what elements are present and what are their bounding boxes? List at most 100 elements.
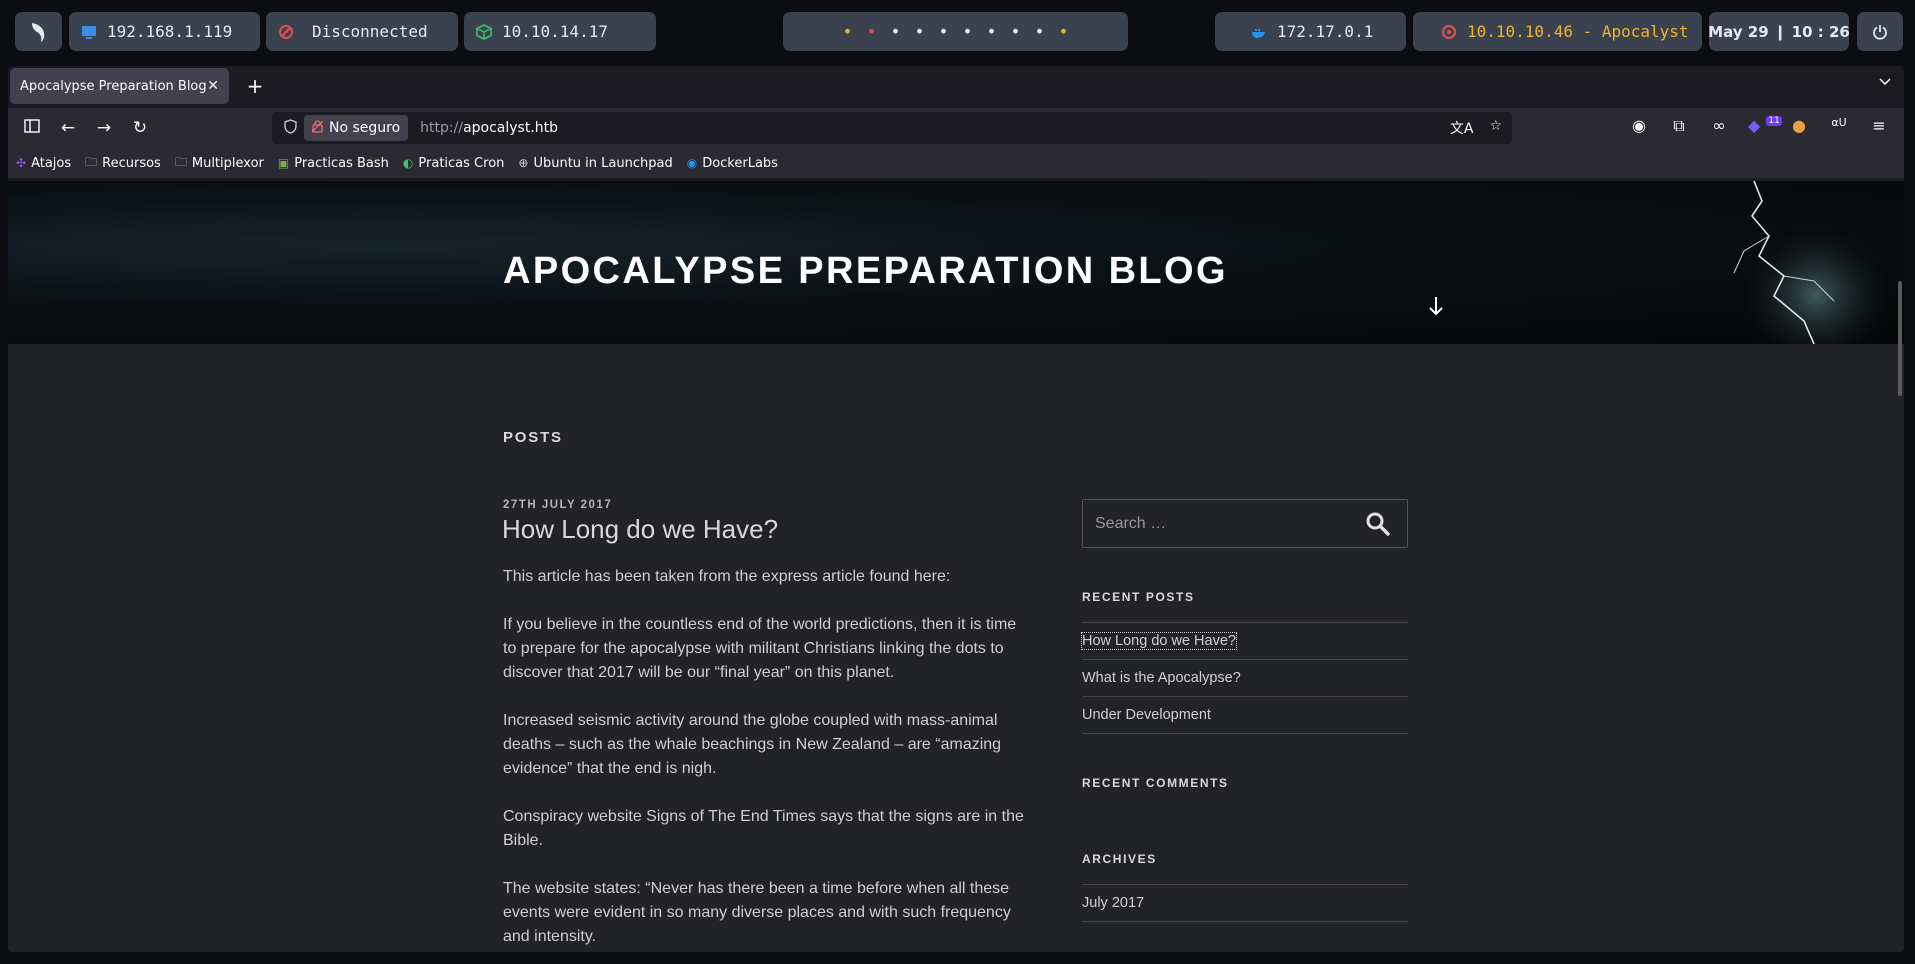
docker-ip-label: 172.17.0.1: [1277, 22, 1374, 41]
bookmark-item[interactable]: 🗀 Multiplexor: [175, 153, 264, 174]
kali-menu-button[interactable]: [15, 12, 62, 51]
tun-ip-indicator[interactable]: 10.10.14.17: [464, 12, 656, 51]
vpn-status-label: Disconnected: [312, 22, 428, 41]
host-ip-indicator[interactable]: 192.168.1.119: [69, 12, 260, 51]
forward-button[interactable]: →: [92, 116, 116, 140]
workspace-dot[interactable]: •: [932, 22, 956, 41]
extension-badge: 11: [1766, 116, 1782, 126]
workspace-dot[interactable]: •: [980, 22, 1004, 41]
docker-icon: ◉: [686, 156, 698, 170]
folder-icon: 🗀: [174, 154, 187, 169]
tab-title: Apocalypse Preparation Blog: [20, 78, 207, 94]
bookmark-item[interactable]: 🗀 Recursos: [85, 153, 161, 174]
bookmark-label: Ubuntu in Launchpad: [533, 155, 673, 171]
browser-window: Apocalypse Preparation Blog ✕ + ← → ↻ No…: [8, 66, 1904, 952]
wappalyzer-icon[interactable]: ◆ 11: [1748, 116, 1782, 136]
workspace-dot[interactable]: •: [956, 22, 980, 41]
puzzle-icon: ✣: [16, 156, 27, 170]
address-bar[interactable]: No seguro http://apocalyst.htb 文A ☆: [272, 112, 1512, 144]
search-icon[interactable]: [1365, 511, 1391, 537]
not-secure-indicator[interactable]: No seguro: [304, 115, 409, 141]
archives-title: ARCHIVES: [1082, 852, 1157, 866]
workspace-dot[interactable]: •: [1004, 22, 1028, 41]
bookmark-label: Multiplexor: [191, 155, 264, 171]
close-tab-icon[interactable]: ✕: [207, 78, 219, 94]
tab-apocalypse-blog[interactable]: Apocalypse Preparation Blog ✕: [10, 68, 229, 104]
scroll-down-arrow-icon[interactable]: [1428, 296, 1444, 322]
monitor-icon: [82, 25, 96, 39]
host-ip-label: 192.168.1.119: [107, 22, 233, 41]
clock-label: May 29 ❙ 10 : 26: [1708, 22, 1850, 41]
back-button[interactable]: ←: [56, 116, 80, 140]
site-title[interactable]: Apocalypse Preparation Blog: [503, 250, 1228, 293]
url-text[interactable]: http://apocalyst.htb: [420, 120, 558, 136]
bash-icon: ▣: [277, 156, 290, 170]
main-content: POSTS 27TH JULY 2017 How Long do we Have…: [8, 344, 1904, 952]
lightning-image: [1714, 181, 1884, 344]
workspace-dot[interactable]: •: [884, 22, 908, 41]
post-title[interactable]: How Long do we Have?: [502, 514, 778, 545]
page-scrollbar[interactable]: [1898, 281, 1902, 396]
target-icon: [1442, 24, 1456, 39]
bookmarks-toolbar: ✣ Atajos 🗀 Recursos 🗀 Multiplexor ▣ Practicas B…: [8, 148, 1904, 178]
workspace-dot[interactable]: •: [1052, 22, 1076, 41]
new-tab-button[interactable]: +: [242, 74, 268, 100]
recent-post-link[interactable]: Under Development: [1082, 697, 1408, 734]
recent-posts-list: How Long do we Have? What is the Apocaly…: [1081, 622, 1408, 734]
extensions-puzzle-icon[interactable]: ⧉: [1668, 116, 1690, 136]
reload-button[interactable]: ↻: [128, 116, 152, 140]
archive-link[interactable]: July 2017: [1082, 885, 1408, 922]
docker-whale-icon: [1252, 28, 1265, 38]
bookmark-item[interactable]: ◐ Praticas Cron: [403, 156, 504, 171]
cron-icon: ◐: [402, 156, 414, 170]
clock[interactable]: May 29 ❙ 10 : 26: [1708, 12, 1850, 51]
system-bar: 192.168.1.119 Disconnected 10.10.14.17 •…: [0, 0, 1915, 63]
tracking-protection-icon[interactable]: [276, 118, 304, 138]
reload-icon: ↻: [132, 118, 148, 138]
archives-list: July 2017: [1082, 884, 1408, 922]
search-field[interactable]: Search …: [1082, 499, 1408, 548]
workspace-dot[interactable]: •: [836, 22, 860, 41]
workspace-dot[interactable]: •: [860, 22, 884, 41]
workspace-switcher[interactable]: • • • • • • • • • •: [783, 12, 1128, 51]
post-paragraph: This article has been taken from the exp…: [503, 568, 951, 585]
not-secure-label: No seguro: [329, 120, 401, 136]
recent-post-link[interactable]: What is the Apocalypse?: [1082, 660, 1408, 697]
account-icon[interactable]: ◉: [1628, 116, 1650, 136]
sidebar: Search … RECENT POSTS How Long do we Hav…: [1081, 499, 1408, 922]
workspace-dot[interactable]: •: [1028, 22, 1052, 41]
arrow-right-icon: →: [96, 118, 112, 138]
cube-icon: [476, 23, 492, 40]
target-indicator[interactable]: 10.10.10.46 - Apocalyst: [1413, 12, 1702, 51]
foxyproxy-icon[interactable]: ∞: [1708, 116, 1730, 136]
post-paragraph: If you believe in the countless end of t…: [503, 616, 1017, 681]
bookmark-label: Atajos: [31, 155, 72, 171]
cookie-editor-icon[interactable]: ●: [1788, 116, 1810, 136]
target-label: 10.10.10.46 - Apocalyst: [1467, 22, 1689, 41]
search-placeholder: Search …: [1095, 514, 1167, 532]
translate-icon[interactable]: 文A: [1450, 118, 1474, 138]
bookmark-item[interactable]: ✣ Atajos: [16, 156, 71, 171]
site-header: Apocalypse Preparation Blog: [8, 181, 1904, 344]
workspace-dot[interactable]: •: [908, 22, 932, 41]
user-agent-switcher-icon[interactable]: αU: [1828, 116, 1850, 136]
disconnected-icon: [279, 24, 293, 39]
recent-post-link[interactable]: How Long do we Have?: [1081, 623, 1408, 660]
bookmark-label: Practicas Bash: [294, 155, 389, 171]
post-date[interactable]: 27TH JULY 2017: [503, 499, 612, 511]
bookmark-star-icon[interactable]: ☆: [1489, 118, 1502, 138]
docker-ip-indicator[interactable]: 172.17.0.1: [1215, 12, 1406, 51]
vpn-status-indicator[interactable]: Disconnected: [266, 12, 458, 51]
sidebar-toggle-button[interactable]: [20, 116, 44, 140]
bookmark-item[interactable]: ◉ DockerLabs: [687, 156, 778, 171]
power-button[interactable]: [1857, 12, 1903, 51]
recent-posts-title: RECENT POSTS: [1082, 590, 1195, 604]
bookmark-item[interactable]: ⊕ Ubuntu in Launchpad: [518, 156, 672, 171]
insecure-lock-icon: [311, 119, 324, 137]
list-all-tabs-button[interactable]: [1878, 74, 1892, 92]
extensions-toolbar: ◉ ⧉ ∞ ◆ 11 ● αU ≡: [1628, 116, 1890, 136]
kali-dragon-icon: [31, 22, 44, 42]
app-menu-icon[interactable]: ≡: [1868, 116, 1890, 136]
arrow-left-icon: ←: [60, 118, 76, 138]
bookmark-item[interactable]: ▣ Practicas Bash: [278, 156, 389, 171]
